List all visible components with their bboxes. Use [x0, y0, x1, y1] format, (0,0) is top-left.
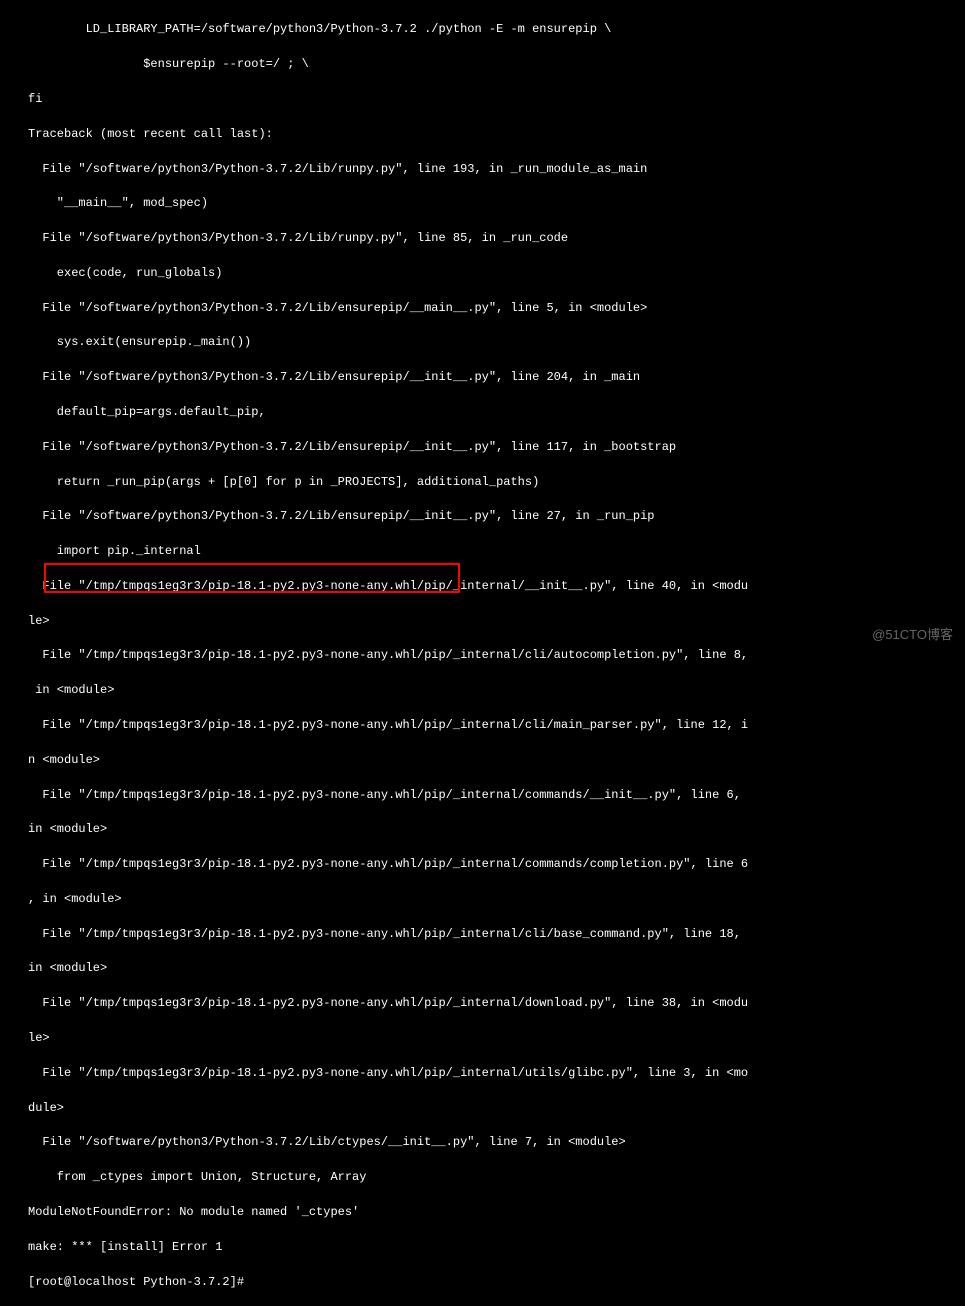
terminal-line: le> [28, 613, 965, 630]
terminal-line: , in <module> [28, 891, 965, 908]
terminal-line: File "/software/python3/Python-3.7.2/Lib… [28, 230, 965, 247]
watermark-text: @51CTO博客 [872, 626, 953, 645]
terminal-line: in <module> [28, 682, 965, 699]
terminal-line: return _run_pip(args + [p[0] for p in _P… [28, 474, 965, 491]
terminal-output[interactable]: LD_LIBRARY_PATH=/software/python3/Python… [0, 4, 965, 1306]
terminal-line: File "/software/python3/Python-3.7.2/Lib… [28, 508, 965, 525]
terminal-line: File "/software/python3/Python-3.7.2/Lib… [28, 369, 965, 386]
terminal-line: fi [28, 91, 965, 108]
terminal-line: in <module> [28, 960, 965, 977]
terminal-line: File "/tmp/tmpqs1eg3r3/pip-18.1-py2.py3-… [28, 787, 965, 804]
terminal-line: sys.exit(ensurepip._main()) [28, 334, 965, 351]
terminal-line: File "/software/python3/Python-3.7.2/Lib… [28, 161, 965, 178]
terminal-line: File "/tmp/tmpqs1eg3r3/pip-18.1-py2.py3-… [28, 856, 965, 873]
terminal-line: in <module> [28, 821, 965, 838]
terminal-line: File "/tmp/tmpqs1eg3r3/pip-18.1-py2.py3-… [28, 647, 965, 664]
terminal-error-line: ModuleNotFoundError: No module named '_c… [28, 1204, 965, 1221]
terminal-line: default_pip=args.default_pip, [28, 404, 965, 421]
terminal-line: from _ctypes import Union, Structure, Ar… [28, 1169, 965, 1186]
terminal-line: le> [28, 1030, 965, 1047]
terminal-line: import pip._internal [28, 543, 965, 560]
terminal-line: dule> [28, 1100, 965, 1117]
terminal-line: File "/tmp/tmpqs1eg3r3/pip-18.1-py2.py3-… [28, 1065, 965, 1082]
terminal-line: File "/tmp/tmpqs1eg3r3/pip-18.1-py2.py3-… [28, 995, 965, 1012]
terminal-line: File "/tmp/tmpqs1eg3r3/pip-18.1-py2.py3-… [28, 717, 965, 734]
terminal-prompt[interactable]: [root@localhost Python-3.7.2]# [28, 1274, 965, 1291]
terminal-line: File "/software/python3/Python-3.7.2/Lib… [28, 300, 965, 317]
terminal-line: "__main__", mod_spec) [28, 195, 965, 212]
terminal-line: File "/software/python3/Python-3.7.2/Lib… [28, 439, 965, 456]
terminal-line: File "/tmp/tmpqs1eg3r3/pip-18.1-py2.py3-… [28, 926, 965, 943]
terminal-line: File "/software/python3/Python-3.7.2/Lib… [28, 1134, 965, 1151]
terminal-line: LD_LIBRARY_PATH=/software/python3/Python… [28, 21, 965, 38]
terminal-line: $ensurepip --root=/ ; \ [28, 56, 965, 73]
terminal-line: File "/tmp/tmpqs1eg3r3/pip-18.1-py2.py3-… [28, 578, 965, 595]
terminal-line: Traceback (most recent call last): [28, 126, 965, 143]
terminal-error-line: make: *** [install] Error 1 [28, 1239, 965, 1256]
terminal-line: n <module> [28, 752, 965, 769]
terminal-line: exec(code, run_globals) [28, 265, 965, 282]
